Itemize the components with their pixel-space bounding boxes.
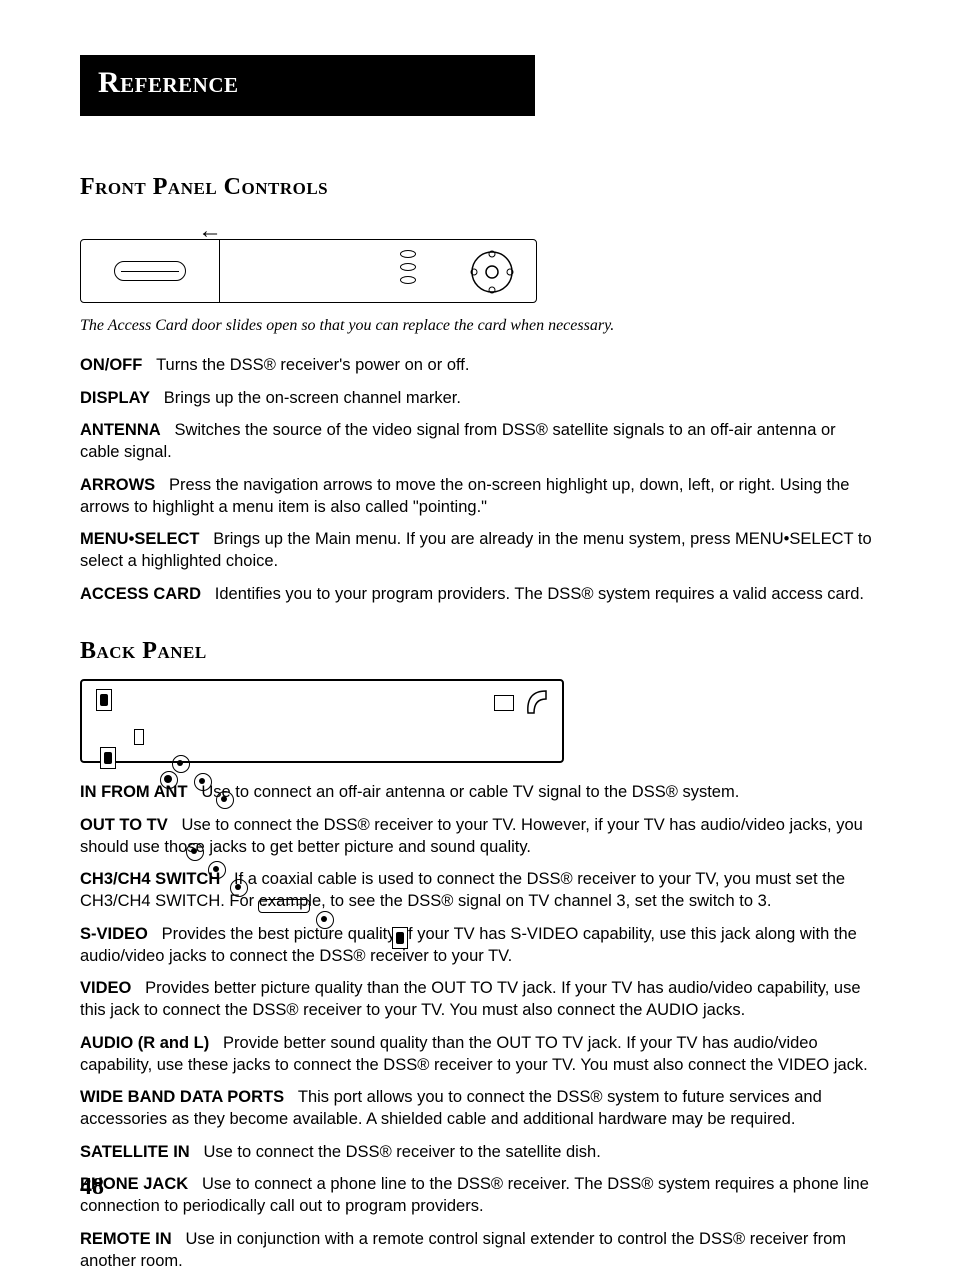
item-label: WIDE BAND DATA PORTS bbox=[80, 1088, 284, 1106]
front-item: MENU•SELECT Brings up the Main menu. If … bbox=[80, 528, 874, 573]
item-label: CH3/CH4 SWITCH bbox=[80, 870, 220, 888]
rca-icon bbox=[186, 843, 204, 861]
item-label: ON/OFF bbox=[80, 356, 142, 374]
front-item: ARROWS Press the navigation arrows to mo… bbox=[80, 474, 874, 519]
item-text: Brings up the Main menu. If you are alre… bbox=[80, 530, 872, 570]
item-text: Turns the DSS® receiver's power on or of… bbox=[156, 356, 469, 374]
item-text: Identifies you to your program providers… bbox=[215, 585, 864, 603]
item-label: DISPLAY bbox=[80, 389, 150, 407]
front-panel-caption: The Access Card door slides open so that… bbox=[80, 315, 874, 337]
remote-in-icon bbox=[392, 927, 408, 949]
item-label: OUT TO TV bbox=[80, 816, 168, 834]
back-item: S-VIDEO Provides the best picture qualit… bbox=[80, 923, 874, 968]
item-label: ANTENNA bbox=[80, 421, 161, 439]
back-item: PHONE JACK Use to connect a phone line t… bbox=[80, 1173, 874, 1218]
front-item: DISPLAY Brings up the on-screen channel … bbox=[80, 387, 874, 409]
item-label: SATELLITE IN bbox=[80, 1143, 190, 1161]
rca-icon bbox=[172, 755, 190, 773]
item-text: Brings up the on-screen channel marker. bbox=[164, 389, 461, 407]
item-label: ACCESS CARD bbox=[80, 585, 201, 603]
led-icon bbox=[400, 276, 416, 284]
rca-icon bbox=[216, 791, 234, 809]
item-label: S-VIDEO bbox=[80, 925, 148, 943]
in-from-ant-icon bbox=[96, 689, 112, 711]
item-text: Provides the best picture quality. If yo… bbox=[80, 925, 857, 965]
back-panel-diagram bbox=[80, 679, 564, 763]
led-stack bbox=[400, 250, 416, 289]
item-label: AUDIO (R and L) bbox=[80, 1034, 209, 1052]
item-text: Press the navigation arrows to move the … bbox=[80, 476, 849, 516]
out-to-tv-icon bbox=[100, 747, 116, 769]
arrow-left-icon: ← bbox=[198, 215, 222, 247]
item-label: ARROWS bbox=[80, 476, 155, 494]
satellite-in-icon bbox=[524, 687, 550, 717]
back-item: SATELLITE IN Use to connect the DSS® rec… bbox=[80, 1141, 874, 1163]
front-item: ACCESS CARD Identifies you to your progr… bbox=[80, 583, 874, 605]
back-panel-heading: Back Panel bbox=[80, 635, 874, 667]
page-title-banner: Reference bbox=[80, 55, 535, 116]
back-item: WIDE BAND DATA PORTS This port allows yo… bbox=[80, 1086, 874, 1131]
front-panel-heading: Front Panel Controls bbox=[80, 171, 874, 203]
front-panel-diagram: ← bbox=[80, 213, 874, 303]
front-panel-box bbox=[80, 239, 537, 303]
item-label: MENU•SELECT bbox=[80, 530, 199, 548]
phone-jack-icon bbox=[134, 729, 144, 745]
access-card-slot bbox=[81, 240, 220, 302]
back-item: CH3/CH4 SWITCH If a coaxial cable is use… bbox=[80, 868, 874, 913]
back-item: VIDEO Provides better picture quality th… bbox=[80, 977, 874, 1022]
led-icon bbox=[400, 263, 416, 271]
item-text: Use to connect the DSS® receiver to the … bbox=[203, 1143, 600, 1161]
wide-band-icon bbox=[258, 899, 310, 913]
front-item: ANTENNA Switches the source of the video… bbox=[80, 419, 874, 464]
item-label: VIDEO bbox=[80, 979, 131, 997]
item-text: Use to connect an off-air antenna or cab… bbox=[201, 783, 739, 801]
dpad-icon bbox=[468, 248, 516, 296]
back-item: AUDIO (R and L) Provide better sound qua… bbox=[80, 1032, 874, 1077]
item-text: Use in conjunction with a remote control… bbox=[80, 1230, 846, 1270]
led-icon bbox=[400, 250, 416, 258]
item-text: Switches the source of the video signal … bbox=[80, 421, 836, 461]
front-item: ON/OFF Turns the DSS® receiver's power o… bbox=[80, 354, 874, 376]
port-rect-icon bbox=[494, 695, 514, 711]
item-label: REMOTE IN bbox=[80, 1230, 172, 1248]
back-item: REMOTE IN Use in conjunction with a remo… bbox=[80, 1228, 874, 1272]
item-text: Provides better picture quality than the… bbox=[80, 979, 861, 1019]
page-number: 48 bbox=[80, 1171, 104, 1203]
card-slot-icon bbox=[114, 261, 186, 281]
item-text: Use to connect a phone line to the DSS® … bbox=[80, 1175, 869, 1215]
